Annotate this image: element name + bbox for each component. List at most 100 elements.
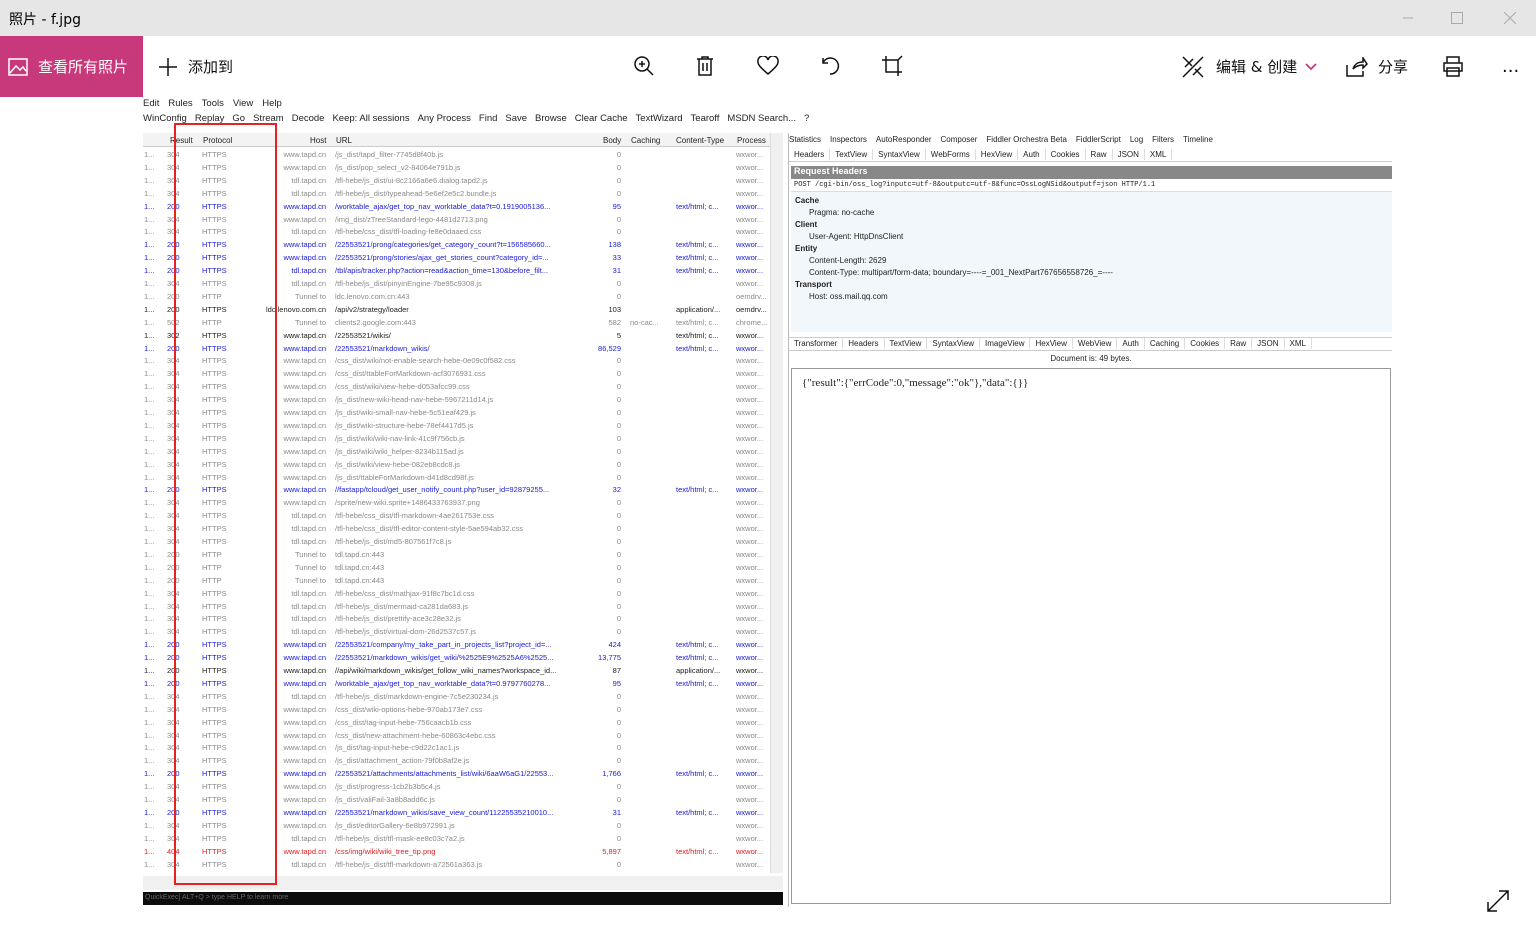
session-cell-process: wxwor... [736, 769, 764, 779]
inspector-tab-1[interactable]: Inspectors [830, 135, 867, 144]
edit-create-button[interactable]: 编辑 & 创建 [1180, 36, 1317, 97]
fiddler-menu-4[interactable]: Help [262, 98, 282, 109]
response-tab-2[interactable]: TextView [885, 338, 928, 349]
response-tab-4[interactable]: ImageView [980, 338, 1031, 349]
session-cell-url: /tfl-hebe/js_dist/ui-8c2166a6e6.dialog.t… [335, 175, 488, 185]
fiddler-menu-1[interactable]: Rules [168, 98, 192, 109]
see-all-photos-button[interactable]: 查看所有照片 [0, 36, 143, 97]
inspector-tab-5[interactable]: FiddlerScript [1076, 135, 1121, 144]
fiddler-tool-5[interactable]: Keep: All sessions [332, 113, 409, 124]
session-cell-process: wxwor... [736, 653, 764, 663]
session-cell-url: /sprite/new-wiki.sprite+1486433763937.pn… [335, 498, 480, 508]
fiddler-tool-6[interactable]: Any Process [418, 113, 471, 124]
fullscreen-button[interactable] [1485, 888, 1511, 914]
session-cell-url: /css_dist/wiki-options-hebe-970ab173e7.c… [335, 704, 483, 714]
request-tab-4[interactable]: HexView [976, 149, 1019, 160]
response-tab-12[interactable]: XML [1285, 338, 1312, 349]
inspector-tab-2[interactable]: AutoResponder [876, 135, 932, 144]
expand-icon [1487, 890, 1509, 912]
fiddler-tool-7[interactable]: Find [479, 113, 497, 124]
col-host: Host [310, 136, 327, 145]
response-tab-1[interactable]: Headers [843, 338, 885, 349]
minimize-button[interactable] [1380, 0, 1436, 36]
response-tab-0[interactable]: Transformer [789, 338, 844, 349]
request-tab-7[interactable]: Raw [1086, 149, 1113, 160]
inspector-tab-3[interactable]: Composer [941, 135, 978, 144]
session-cell-id: 1... [144, 833, 155, 843]
fiddler-tool-10[interactable]: Clear Cache [575, 113, 628, 124]
session-cell-body: 86,529 [598, 343, 621, 353]
request-tab-9[interactable]: XML [1145, 149, 1173, 160]
response-tab-10[interactable]: Raw [1225, 338, 1253, 349]
request-tab-3[interactable]: WebForms [926, 149, 976, 160]
fiddler-tool-12[interactable]: Tearoff [691, 113, 720, 124]
response-body: {"result":{"errCode":0,"message":"ok"},"… [802, 377, 1029, 389]
maximize-button[interactable] [1429, 0, 1485, 36]
session-cell-id: 1... [144, 588, 155, 598]
quickexec-bar: QuickExec] ALT+Q > type HELP to learn mo… [143, 892, 783, 905]
session-cell-ctype: text/html; c... [676, 343, 719, 353]
session-cell-url: /js_dist/wiki/wiki_helper-8234b115ad.js [335, 446, 464, 456]
session-cell-url: /css_dist/ttableForMarkdown-acf3076931.c… [335, 369, 486, 379]
more-button[interactable]: ... [1502, 36, 1519, 97]
session-cell-process: wxwor... [736, 820, 764, 830]
session-cell-id: 1... [144, 279, 155, 288]
fiddler-tool-13[interactable]: MSDN Search... [727, 113, 796, 124]
request-tab-1[interactable]: TextView [830, 149, 874, 160]
fiddler-tool-4[interactable]: Decode [292, 113, 325, 124]
close-button[interactable] [1482, 0, 1536, 36]
response-tab-9[interactable]: Cookies [1185, 338, 1226, 349]
inspector-tab-8[interactable]: Timeline [1183, 135, 1213, 144]
response-tab-7[interactable]: Auth [1117, 338, 1145, 349]
fiddler-menu-2[interactable]: Tools [202, 98, 224, 109]
response-webview: {"result":{"errCode":0,"message":"ok"},"… [791, 368, 1391, 904]
session-cell-url: /api/v2/strategy/loader [335, 304, 409, 314]
add-to-button[interactable]: 添加到 [156, 36, 233, 97]
session-cell-id: 1... [144, 459, 155, 469]
inspector-tab-0[interactable]: Statistics [789, 135, 821, 144]
response-tab-8[interactable]: Caching [1145, 338, 1186, 349]
crop-button[interactable] [876, 50, 908, 82]
session-cell-id: 1... [144, 420, 155, 430]
inspector-tab-6[interactable]: Log [1130, 135, 1143, 144]
response-tab-5[interactable]: HexView [1030, 338, 1073, 349]
session-cell-url: /tfl-hebe/css_dist/mathjax-91f8c7bc1d.cs… [335, 588, 475, 598]
session-cell-body: 31 [612, 266, 621, 276]
session-cell-id: 1... [144, 188, 155, 198]
request-tab-6[interactable]: Cookies [1046, 149, 1086, 160]
session-cell-body: 0 [616, 588, 621, 598]
header-group: Entity [795, 244, 818, 253]
sessions-vscroll[interactable] [770, 133, 783, 873]
request-tab-8[interactable]: JSON [1113, 149, 1145, 160]
response-tab-11[interactable]: JSON [1252, 338, 1285, 349]
print-button[interactable] [1437, 50, 1469, 82]
rotate-button[interactable] [814, 50, 846, 82]
fiddler-tool-14[interactable]: ? [804, 113, 809, 124]
request-tab-2[interactable]: SyntaxView [873, 149, 926, 160]
fiddler-menu-3[interactable]: View [233, 98, 253, 109]
request-tab-0[interactable]: Headers [789, 149, 831, 160]
response-tab-3[interactable]: SyntaxView [927, 338, 981, 349]
fiddler-tool-8[interactable]: Save [505, 113, 527, 124]
zoom-button[interactable] [628, 50, 660, 82]
share-button[interactable]: 分享 [1346, 36, 1408, 97]
inspector-tab-7[interactable]: Filters [1152, 135, 1174, 144]
rotate-icon [822, 57, 840, 75]
session-cell-id: 1... [144, 859, 155, 869]
request-tab-5[interactable]: Auth [1018, 149, 1046, 160]
session-cell-url: /css_dist/wiki/view-hebe-d053afcc99.css [335, 382, 470, 392]
plus-icon [159, 57, 177, 76]
inspector-tab-4[interactable]: Fiddler Orchestra Beta [986, 135, 1066, 144]
session-cell-process: wxwor... [736, 640, 764, 650]
fiddler-menu-0[interactable]: Edit [143, 98, 159, 109]
fiddler-tool-9[interactable]: Browse [535, 113, 567, 124]
fiddler-tool-11[interactable]: TextWizard [636, 113, 683, 124]
session-cell-process: wxwor... [736, 369, 764, 379]
session-cell-body: 0 [616, 356, 621, 366]
session-cell-process: wxwor... [736, 795, 764, 804]
session-cell-process: wxwor... [736, 601, 764, 611]
response-tab-6[interactable]: WebView [1073, 338, 1118, 349]
session-cell-body: 0 [616, 795, 621, 804]
favorite-button[interactable] [752, 50, 784, 82]
delete-button[interactable] [689, 50, 721, 82]
